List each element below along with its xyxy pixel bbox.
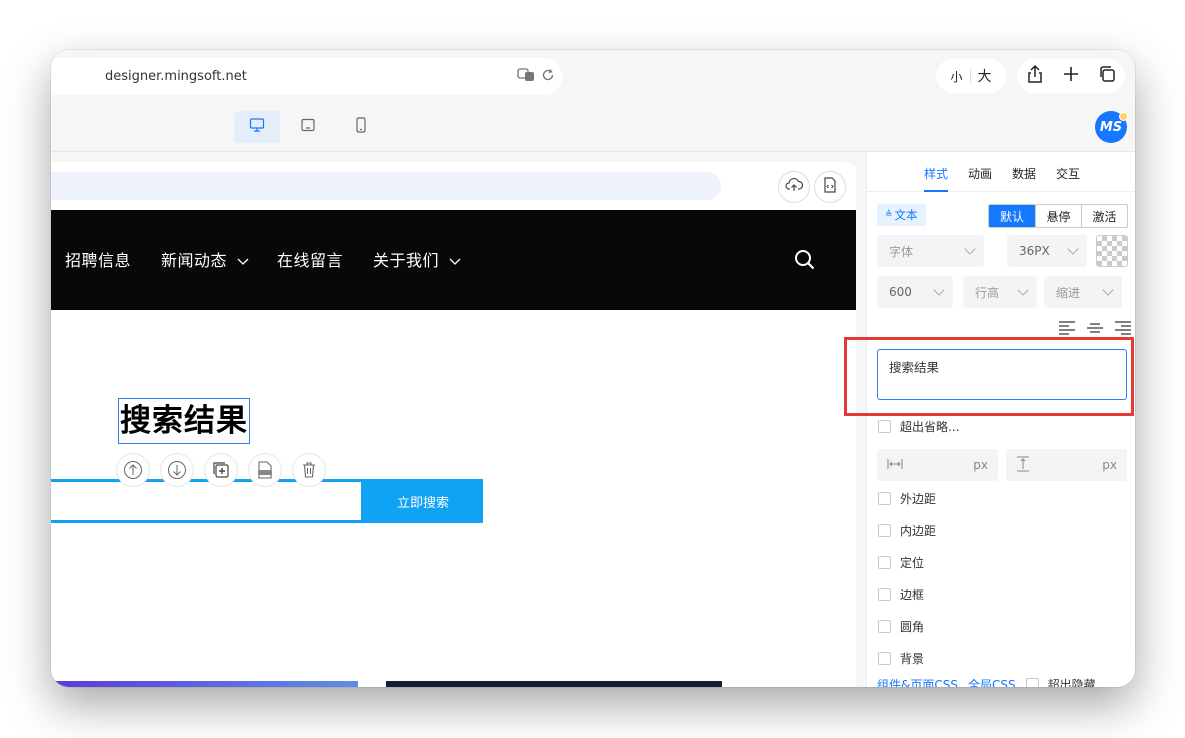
font-family-select[interactable]: 字体 (877, 235, 984, 267)
state-switch: 默认 悬停 激活 (988, 204, 1128, 228)
tab-animation[interactable]: 动画 (968, 165, 992, 182)
notification-dot (1119, 112, 1128, 121)
css-links: 组件&页面CSS 全局CSS 超出隐藏 (877, 676, 1096, 687)
state-default[interactable]: 默认 (989, 205, 1035, 227)
cloud-upload-icon (785, 177, 804, 197)
mobile-view-button[interactable] (338, 111, 384, 143)
panel-tabs: 样式 动画 数据 交互 (867, 152, 1135, 192)
chevron-down-icon (933, 284, 945, 296)
font-weight-select[interactable]: 600 (877, 276, 953, 308)
margin-checkbox[interactable]: 外边距 (878, 490, 936, 507)
site-nav-bar: 招聘信息 新闻动态 在线留言 关于我们 (51, 210, 856, 310)
active-tab-indicator (924, 190, 948, 192)
overflow-ellipsis-checkbox[interactable]: 超出省略... (878, 418, 959, 435)
design-canvas: 招聘信息 新闻动态 在线留言 关于我们 搜索结果 立即搜索 (51, 152, 866, 687)
state-hover[interactable]: 悬停 (1035, 205, 1081, 227)
selected-title-text[interactable]: 搜索结果 (118, 398, 250, 444)
nav-item-jobs[interactable]: 招聘信息 (65, 247, 131, 271)
element-toolbar (117, 454, 325, 492)
font-size-select[interactable]: 36PX (1007, 235, 1087, 267)
preview-address-bar (51, 172, 721, 200)
upload-button[interactable] (778, 171, 810, 203)
color-picker[interactable] (1096, 235, 1128, 267)
overflow-hidden-checkbox[interactable]: 超出隐藏 (1025, 676, 1096, 687)
tablet-icon (300, 117, 316, 137)
state-active[interactable]: 激活 (1081, 205, 1127, 227)
tab-data[interactable]: 数据 (1012, 165, 1036, 182)
position-checkbox[interactable]: 定位 (878, 554, 924, 571)
font-size-control: 小 大 (936, 59, 1006, 93)
address-bar[interactable]: designer.mingsoft.net (51, 58, 562, 95)
device-toolbar: MS (51, 102, 1135, 152)
tab-style[interactable]: 样式 (924, 165, 948, 182)
line-height-select[interactable]: 行高 (963, 276, 1037, 308)
code-button[interactable] (814, 171, 846, 203)
radius-checkbox[interactable]: 圆角 (878, 618, 924, 635)
tabs-overview-icon[interactable] (1098, 65, 1116, 87)
avatar[interactable]: MS (1095, 111, 1128, 143)
translate-icon[interactable] (517, 68, 535, 86)
nav-item-message[interactable]: 在线留言 (277, 247, 343, 271)
property-panel: 样式 动画 数据 交互 ≜ 文本 默认 悬停 激活 字体 36PX 600 行高 … (866, 152, 1135, 687)
chevron-down-icon (1102, 284, 1114, 296)
nav-item-about[interactable]: 关于我们 (373, 247, 461, 271)
component-css-link[interactable]: 组件&页面CSS (877, 676, 958, 687)
highlight-box (844, 337, 1134, 416)
reload-icon[interactable] (541, 68, 555, 86)
move-up-icon[interactable] (117, 454, 149, 486)
text-type-tag: ≜ 文本 (877, 204, 926, 226)
chevron-down-icon (1067, 243, 1079, 255)
indent-select[interactable]: 缩进 (1044, 276, 1122, 308)
height-input[interactable]: px (1006, 449, 1127, 481)
search-icon[interactable] (793, 248, 817, 276)
desktop-icon (249, 117, 265, 137)
nav-item-news[interactable]: 新闻动态 (161, 247, 249, 271)
width-input[interactable]: px (877, 449, 998, 481)
delete-icon[interactable] (293, 454, 325, 486)
text-icon: ≜ (885, 210, 893, 220)
width-icon (887, 458, 903, 473)
duplicate-icon[interactable] (205, 454, 237, 486)
chevron-down-icon (964, 243, 976, 255)
font-larger-button[interactable]: 大 (971, 66, 999, 86)
banner-image-2 (386, 681, 722, 687)
tablet-view-button[interactable] (285, 111, 331, 143)
code-view-icon[interactable] (249, 454, 281, 486)
move-down-icon[interactable] (161, 454, 193, 486)
chevron-down-icon (449, 258, 461, 265)
mobile-icon (353, 117, 369, 137)
font-smaller-button[interactable]: 小 (943, 68, 969, 85)
desktop-view-button[interactable] (234, 111, 280, 143)
border-checkbox[interactable]: 边框 (878, 586, 924, 603)
height-icon (1016, 456, 1030, 475)
code-file-icon (823, 177, 837, 197)
chevron-down-icon (237, 258, 249, 265)
browser-actions (1017, 59, 1125, 93)
url-text: designer.mingsoft.net (105, 69, 247, 84)
padding-checkbox[interactable]: 内边距 (878, 522, 936, 539)
background-checkbox[interactable]: 背景 (878, 650, 924, 667)
search-now-button[interactable]: 立即搜索 (363, 479, 483, 523)
share-icon[interactable] (1026, 64, 1044, 88)
global-css-link[interactable]: 全局CSS (968, 676, 1016, 687)
new-tab-icon[interactable] (1063, 66, 1079, 86)
chevron-down-icon (1017, 284, 1029, 296)
browser-toolbar: designer.mingsoft.net 小 大 (51, 50, 1135, 102)
page-preview[interactable]: 招聘信息 新闻动态 在线留言 关于我们 搜索结果 立即搜索 (51, 162, 856, 687)
banner-image-1 (51, 681, 358, 687)
tab-interaction[interactable]: 交互 (1056, 165, 1080, 182)
